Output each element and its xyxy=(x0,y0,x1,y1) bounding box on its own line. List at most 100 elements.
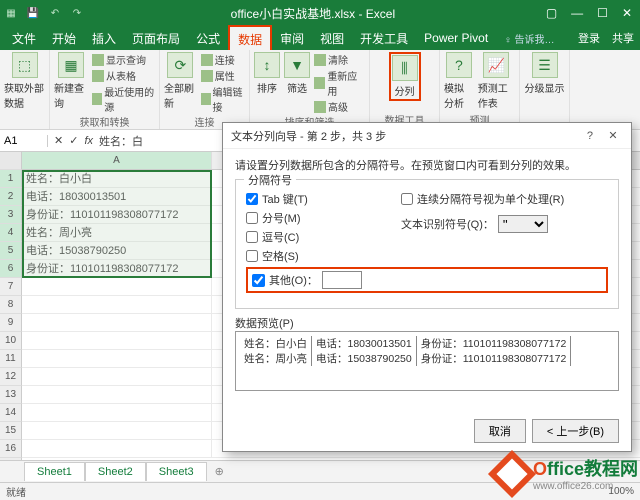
status-ready: 就绪 xyxy=(6,484,26,499)
sheet-tab-2[interactable]: Sheet2 xyxy=(85,462,146,481)
other-delimiter-input[interactable] xyxy=(322,271,362,289)
cancel-edit-icon[interactable]: ✕ xyxy=(54,134,63,147)
maximize-button[interactable]: ☐ xyxy=(593,6,612,20)
delimiter-group-label: 分隔符号 xyxy=(244,172,296,188)
filter-icon: ▼ xyxy=(284,52,310,78)
row-header[interactable]: 8 xyxy=(0,296,22,314)
sort-button[interactable]: ↕排序 xyxy=(254,52,280,114)
row-header[interactable]: 7 xyxy=(0,278,22,296)
row-header[interactable]: 15 xyxy=(0,422,22,440)
cell-a2[interactable]: 电话：18030013501 xyxy=(22,188,212,205)
redo-icon[interactable]: ↷ xyxy=(70,6,84,20)
tab-view[interactable]: 视图 xyxy=(312,26,352,51)
tab-formulas[interactable]: 公式 xyxy=(188,26,228,51)
group-label-connections: 连接 xyxy=(195,114,215,129)
cell-a5[interactable]: 电话：15038790250 xyxy=(22,242,212,259)
close-button[interactable]: ✕ xyxy=(618,6,636,20)
tab-insert[interactable]: 插入 xyxy=(84,26,124,51)
advanced[interactable]: 高级 xyxy=(314,99,365,114)
row-header[interactable]: 6 xyxy=(0,260,22,278)
checkbox-merge[interactable]: 连续分隔符号视为单个处理(R) xyxy=(401,191,564,207)
cancel-button[interactable]: 取消 xyxy=(474,419,526,443)
from-table[interactable]: 从表格 xyxy=(92,68,155,83)
properties[interactable]: 属性 xyxy=(201,68,245,83)
sheet-tab-1[interactable]: Sheet1 xyxy=(24,462,85,481)
get-external-data[interactable]: ⬚获取外部数据 xyxy=(4,52,45,110)
tab-dev[interactable]: 开发工具 xyxy=(352,26,416,51)
minimize-button[interactable]: — xyxy=(567,6,587,20)
connections[interactable]: 连接 xyxy=(201,52,245,67)
zoom-level[interactable]: 100% xyxy=(608,486,634,497)
row-header[interactable]: 3 xyxy=(0,206,22,224)
row-header[interactable]: 4 xyxy=(0,224,22,242)
ribbon: ⬚获取外部数据 ▦新建查询 显示查询 从表格 最近使用的源 获取和转换 ⟳全部刷… xyxy=(0,50,640,130)
tab-powerpivot[interactable]: Power Pivot xyxy=(416,27,496,49)
title-bar: ▦ 💾 ↶ ↷ office小白实战基地.xlsx - Excel ▢ — ☐ … xyxy=(0,0,640,26)
cell-a6[interactable]: 身份证：110101198308077172 xyxy=(22,260,212,277)
window-title: office小白实战基地.xlsx - Excel xyxy=(84,5,542,22)
cell-a4[interactable]: 姓名：周小亮 xyxy=(22,224,212,241)
whatif[interactable]: ?模拟分析 xyxy=(444,52,474,110)
tab-layout[interactable]: 页面布局 xyxy=(124,26,188,51)
row-header[interactable]: 11 xyxy=(0,350,22,368)
checkbox-other[interactable] xyxy=(252,274,265,287)
dialog-close-button[interactable]: ✕ xyxy=(603,129,623,142)
filter-button[interactable]: ▼筛选 xyxy=(284,52,310,114)
preview-cell: 身份证：110101198308077172 xyxy=(417,336,572,351)
dialog-description: 请设置分列数据所包含的分隔符号。在预览窗口内可看到分列的效果。 xyxy=(235,157,619,173)
select-all[interactable] xyxy=(0,152,22,170)
confirm-edit-icon[interactable]: ✓ xyxy=(69,134,78,147)
tab-review[interactable]: 审阅 xyxy=(272,26,312,51)
row-header[interactable]: 2 xyxy=(0,188,22,206)
group-label-transform: 获取和转换 xyxy=(80,114,130,129)
text-to-columns-highlight: ⫼分列 xyxy=(389,52,421,101)
sheet-tab-3[interactable]: Sheet3 xyxy=(146,462,207,481)
tab-data[interactable]: 数据 xyxy=(228,25,272,52)
cell-a1[interactable]: 姓名：白小白 xyxy=(22,170,212,187)
refresh-icon: ⟳ xyxy=(167,52,193,78)
row-header[interactable]: 1 xyxy=(0,170,22,188)
refresh-all[interactable]: ⟳全部刷新 xyxy=(164,52,197,114)
query-icon: ▦ xyxy=(58,52,84,78)
tab-home[interactable]: 开始 xyxy=(44,26,84,51)
row-header[interactable]: 14 xyxy=(0,404,22,422)
recent-sources[interactable]: 最近使用的源 xyxy=(92,84,155,114)
row-header[interactable]: 10 xyxy=(0,332,22,350)
new-sheet-button[interactable]: ⊕ xyxy=(207,465,232,478)
show-queries[interactable]: 显示查询 xyxy=(92,52,155,67)
tab-file[interactable]: 文件 xyxy=(4,26,44,51)
clear-filter[interactable]: 清除 xyxy=(314,52,365,67)
ribbon-tabs: 文件 开始 插入 页面布局 公式 数据 审阅 视图 开发工具 Power Piv… xyxy=(0,26,640,50)
row-header[interactable]: 9 xyxy=(0,314,22,332)
row-header[interactable]: 16 xyxy=(0,440,22,458)
dialog-help-button[interactable]: ? xyxy=(580,130,600,142)
name-box[interactable]: A1 xyxy=(0,135,48,147)
whatif-icon: ? xyxy=(446,52,472,78)
edit-links[interactable]: 编辑链接 xyxy=(201,84,245,114)
col-header-a[interactable]: A xyxy=(22,152,212,169)
row-header[interactable]: 12 xyxy=(0,368,22,386)
tell-me[interactable]: ♀ 告诉我… xyxy=(504,31,554,46)
qualifier-select[interactable]: " xyxy=(498,215,548,233)
formula-content[interactable]: 姓名：白 xyxy=(99,133,143,149)
cell-a3[interactable]: 身份证：110101198308077172 xyxy=(22,206,212,223)
outline[interactable]: ☰分级显示 xyxy=(525,52,565,95)
row-header[interactable]: 5 xyxy=(0,242,22,260)
external-data-icon: ⬚ xyxy=(12,52,38,78)
text-to-columns[interactable]: ⫼分列 xyxy=(392,55,418,98)
save-icon[interactable]: 💾 xyxy=(26,6,40,20)
undo-icon[interactable]: ↶ xyxy=(48,6,62,20)
share-button[interactable]: 共享 xyxy=(606,28,640,48)
status-bar: 就绪 100% xyxy=(0,482,640,500)
back-button[interactable]: < 上一步(B) xyxy=(532,419,619,443)
forecast[interactable]: 📈预测工作表 xyxy=(478,52,515,110)
ribbon-display-icon[interactable]: ▢ xyxy=(542,6,561,20)
reapply[interactable]: 重新应用 xyxy=(314,68,365,98)
new-query[interactable]: ▦新建查询 xyxy=(54,52,88,114)
fx-icon[interactable]: fx xyxy=(84,135,93,147)
checkbox-space[interactable]: 空格(S) xyxy=(246,248,608,264)
login-button[interactable]: 登录 xyxy=(572,28,606,48)
row-header[interactable]: 13 xyxy=(0,386,22,404)
excel-icon: ▦ xyxy=(4,6,18,20)
text-to-columns-dialog: 文本分列向导 - 第 2 步，共 3 步 ? ✕ 请设置分列数据所包含的分隔符号… xyxy=(222,122,632,452)
